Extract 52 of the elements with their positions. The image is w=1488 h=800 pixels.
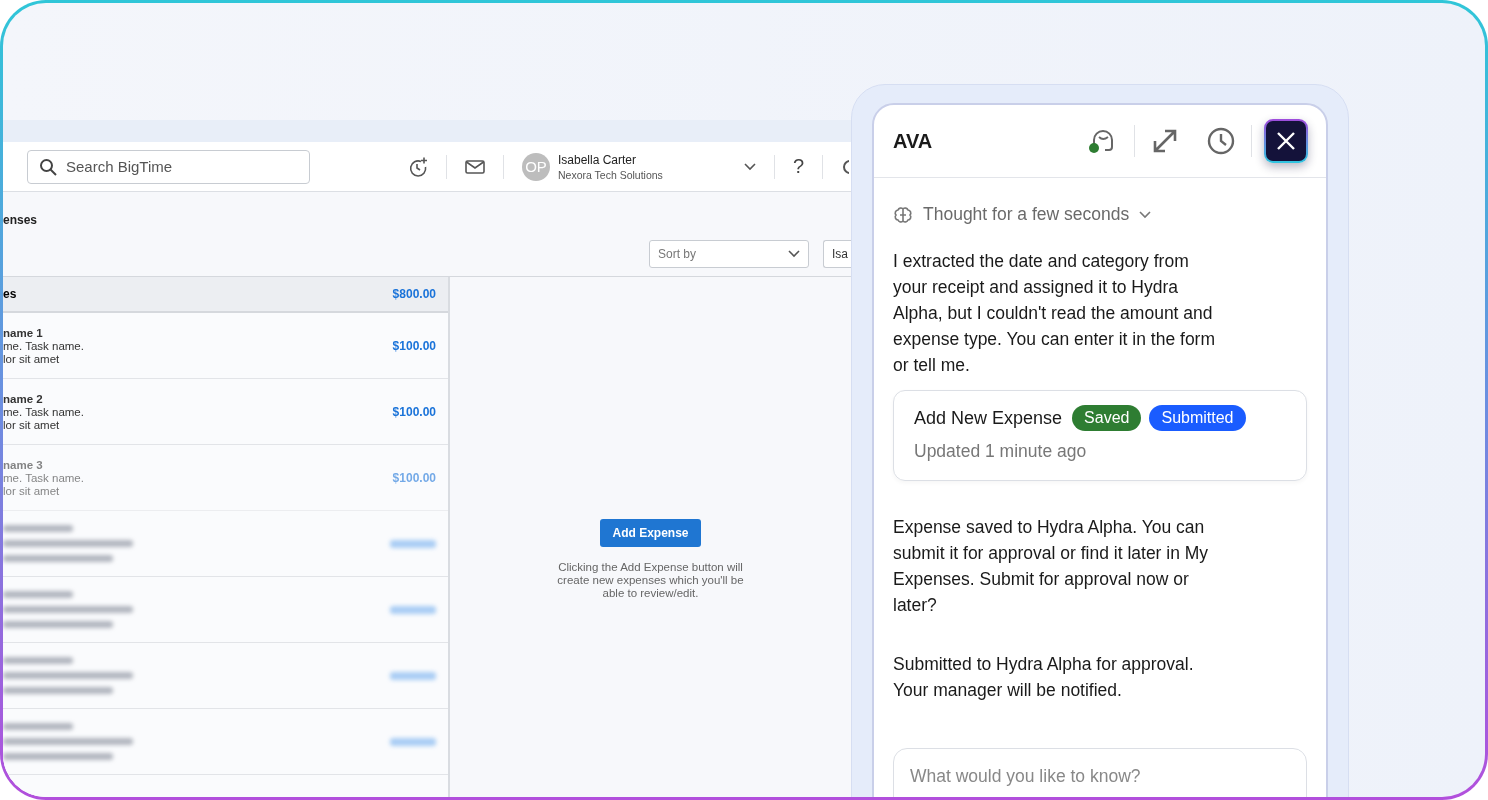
brain-icon xyxy=(893,204,913,225)
expense-row[interactable]: name 2 me. Task name. lor sit amet $100.00 xyxy=(3,379,448,445)
expense-amount: $100.00 xyxy=(392,470,436,485)
card-subtitle: Updated 1 minute ago xyxy=(914,441,1088,462)
chevron-down-icon[interactable] xyxy=(744,162,756,171)
chevron-down-icon xyxy=(788,250,800,258)
expense-title: name 3 xyxy=(3,458,44,471)
close-button[interactable] xyxy=(1264,119,1308,163)
sort-placeholder: Sort by xyxy=(658,247,696,261)
group-total: $800.00 xyxy=(392,287,436,301)
company-name: Nexora Tech Solutions xyxy=(558,168,664,181)
expense-amount: $100.00 xyxy=(392,338,436,353)
expense-task: me. Task name. xyxy=(3,339,84,352)
clock-plus-icon[interactable] xyxy=(408,156,428,177)
clock-icon[interactable] xyxy=(1207,127,1235,155)
search-field[interactable]: Search BigTime xyxy=(27,149,310,184)
chat-message: I extracted the date and category from your receipt and assigned it to Hydra Alpha, but I couldn't read the amount and expense type. You can enter it in the form or tell me. xyxy=(893,250,1216,377)
sort-dropdown[interactable]: Sort by xyxy=(649,240,809,268)
blurred-amount xyxy=(390,605,436,614)
expense-amount: $100.00 xyxy=(392,404,436,419)
expense-row[interactable]: name 3 me. Task name. lor sit amet $100.00 xyxy=(3,445,448,511)
chat-title: AVA xyxy=(893,129,934,153)
expense-task: me. Task name. xyxy=(3,405,84,418)
empty-state-text: Clicking the Add Expense button will create new expenses which you'll be able to review/edit. xyxy=(556,561,745,601)
search-icon xyxy=(39,157,57,176)
mail-icon[interactable] xyxy=(465,158,485,175)
chat-message: Expense saved to Hydra Alpha. You can submit it for approval or find it later in My Expenses. Submit for approval now or later? xyxy=(893,516,1210,617)
group-label: es xyxy=(3,287,17,301)
add-expense-button[interactable]: Add Expense xyxy=(600,519,701,547)
expense-note: lor sit amet xyxy=(3,418,61,431)
blurred-amount xyxy=(390,737,436,746)
expense-task: me. Task name. xyxy=(3,471,84,484)
expense-title: name 1 xyxy=(3,326,44,339)
expand-icon[interactable] xyxy=(1151,127,1179,155)
expense-note: lor sit amet xyxy=(3,484,61,497)
expense-note: lor sit amet xyxy=(3,352,61,365)
chat-message: Submitted to Hydra Alpha for approval. Your manager will be notified. xyxy=(893,653,1195,702)
user-name: Isabella Carter xyxy=(558,152,638,167)
card-title: Add New Expense xyxy=(914,407,1063,429)
expense-card[interactable]: Add New Expense Saved Submitted Updated 1 minute ago xyxy=(893,390,1307,481)
blurred-amount xyxy=(390,671,436,680)
message-input[interactable]: What would you like to know? xyxy=(893,748,1307,797)
help-button[interactable]: ? xyxy=(793,155,805,178)
blurred-amount xyxy=(390,539,436,548)
filter-button[interactable]: Isa xyxy=(823,240,851,268)
page-title: enses xyxy=(3,213,38,227)
expense-row[interactable]: name 1 me. Task name. lor sit amet $100.00 xyxy=(3,313,448,379)
thinking-toggle[interactable]: Thought for a few seconds xyxy=(893,204,1307,225)
close-icon xyxy=(1276,131,1296,151)
status-badge: Submitted xyxy=(1149,405,1246,431)
status-badge: Saved xyxy=(1072,405,1142,431)
expense-title: name 2 xyxy=(3,392,44,405)
